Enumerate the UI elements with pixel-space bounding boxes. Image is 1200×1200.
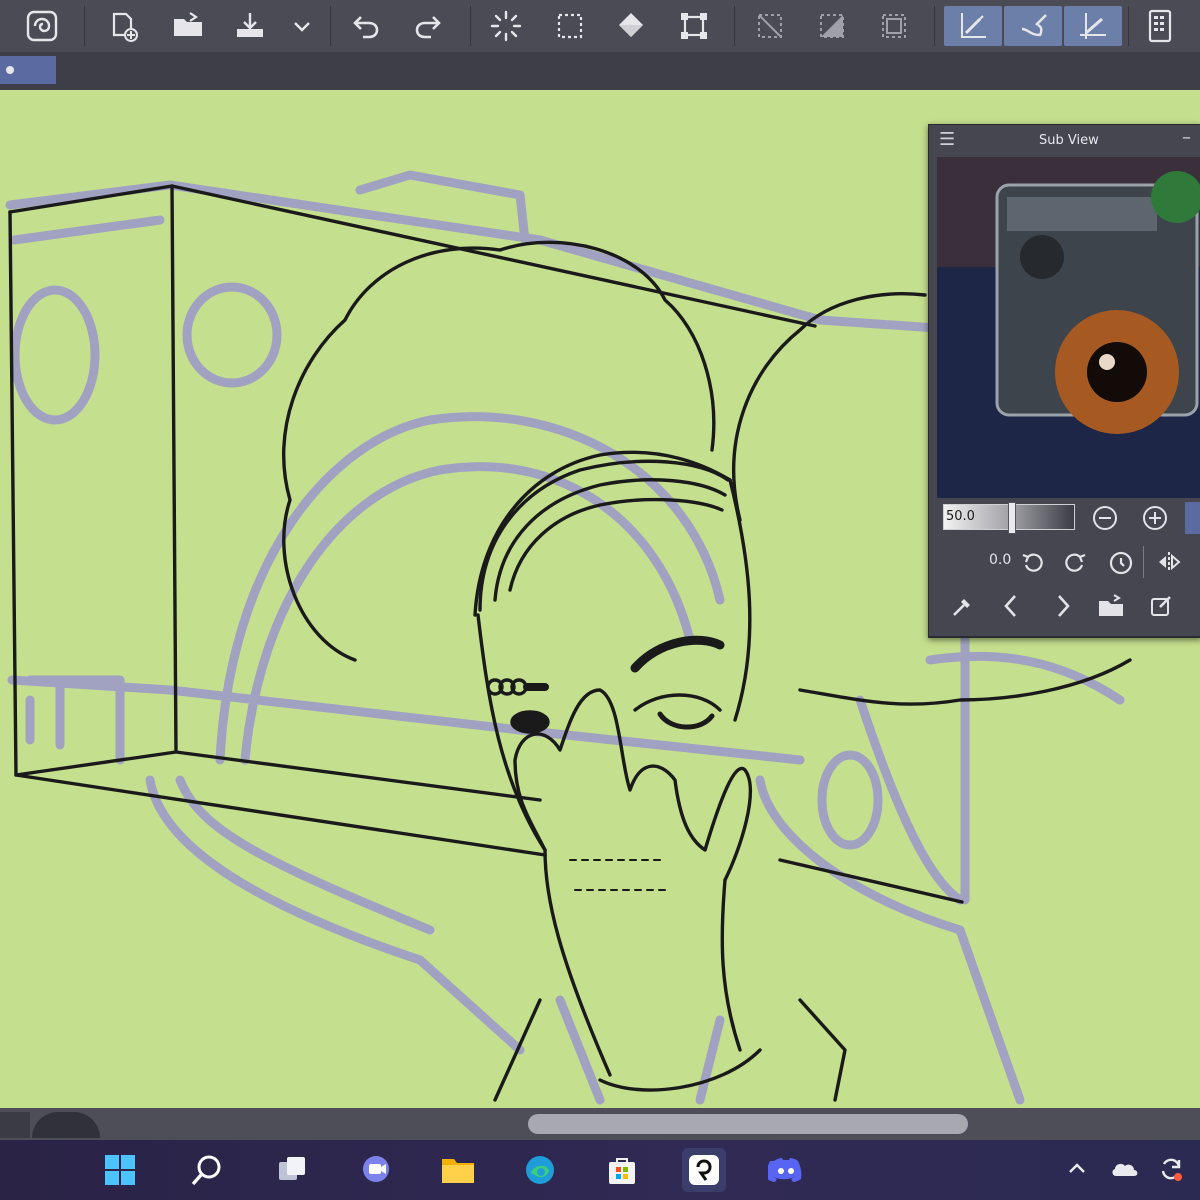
edit-icon[interactable]	[1145, 590, 1177, 622]
deselect-icon[interactable]	[750, 6, 790, 46]
canvas-horizontal-scrollbar[interactable]	[528, 1114, 968, 1134]
sub-view-controls: 50.0 0.0	[928, 498, 1200, 637]
loading-icon[interactable]	[486, 6, 526, 46]
chevron-up-icon[interactable]	[1062, 1154, 1092, 1184]
new-canvas-icon[interactable]	[104, 6, 144, 46]
sync-icon[interactable]	[1156, 1154, 1186, 1184]
device-icon[interactable]	[1140, 6, 1180, 46]
document-tab-bar	[0, 52, 1200, 90]
windows-taskbar	[0, 1140, 1200, 1200]
rotate-right-icon[interactable]	[1059, 546, 1091, 578]
ruler-snap-icon[interactable]	[1064, 6, 1122, 46]
reset-rotation-icon[interactable]	[1105, 546, 1137, 578]
eyedropper-icon[interactable]	[947, 590, 979, 622]
zoom-out-icon[interactable]	[1089, 502, 1121, 534]
document-tab[interactable]	[0, 56, 56, 84]
import-icon[interactable]	[1095, 590, 1127, 622]
flip-icon[interactable]	[1153, 546, 1185, 578]
select-all-icon[interactable]	[874, 6, 914, 46]
fit-icon[interactable]	[1185, 502, 1200, 534]
windows-start-icon[interactable]	[98, 1148, 142, 1192]
layer-thumbnail[interactable]	[32, 1112, 100, 1138]
tab-modified-indicator	[6, 66, 14, 74]
zoom-slider[interactable]: 50.0	[943, 502, 1075, 534]
clear-selection-icon[interactable]	[550, 6, 590, 46]
sub-view-header[interactable]: ☰ Sub View –	[929, 125, 1200, 155]
rotation-value: 0.0	[989, 552, 1012, 568]
fill-icon[interactable]	[612, 6, 652, 46]
zoom-value: 50.0	[946, 509, 975, 524]
next-icon[interactable]	[1047, 590, 1079, 622]
layer-thumbnail[interactable]	[0, 1112, 30, 1138]
open-file-icon[interactable]	[168, 6, 208, 46]
main-toolbar	[0, 0, 1200, 53]
save-icon[interactable]	[230, 6, 270, 46]
pen-snap-icon[interactable]	[944, 6, 1002, 46]
save-dropdown-icon[interactable]	[282, 6, 322, 46]
app-logo-icon[interactable]	[22, 6, 62, 46]
transform-icon[interactable]	[674, 6, 714, 46]
teams-chat-icon[interactable]	[354, 1148, 398, 1192]
microsoft-store-icon[interactable]	[600, 1148, 644, 1192]
onedrive-icon[interactable]	[1110, 1154, 1140, 1184]
layer-strip	[0, 1108, 1200, 1140]
clip-studio-icon[interactable]	[682, 1148, 726, 1192]
sub-view-title: Sub View	[1039, 133, 1099, 148]
file-explorer-icon[interactable]	[436, 1148, 480, 1192]
zoom-slider-knob[interactable]	[1008, 502, 1016, 534]
brush-snap-icon[interactable]	[1004, 6, 1062, 46]
zoom-in-icon[interactable]	[1139, 502, 1171, 534]
edge-browser-icon[interactable]	[518, 1148, 562, 1192]
search-icon[interactable]	[184, 1148, 228, 1192]
minimize-icon[interactable]: –	[1182, 127, 1191, 148]
rotate-left-icon[interactable]	[1017, 546, 1049, 578]
prev-icon[interactable]	[995, 590, 1027, 622]
task-view-icon[interactable]	[270, 1148, 314, 1192]
redo-icon[interactable]	[408, 6, 448, 46]
invert-selection-icon[interactable]	[812, 6, 852, 46]
discord-icon[interactable]	[764, 1148, 808, 1192]
panel-menu-icon[interactable]: ☰	[939, 129, 955, 150]
undo-icon[interactable]	[346, 6, 386, 46]
